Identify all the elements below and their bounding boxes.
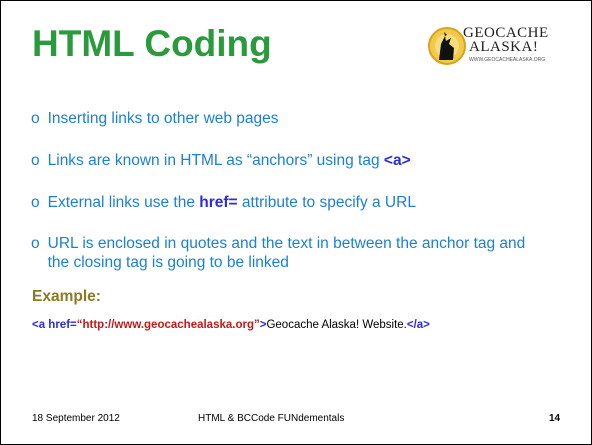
bullet-2-text: Links are known in HTML as “anchors” usi… — [47, 152, 384, 169]
bullet-mark: o — [31, 235, 40, 252]
bullet-mark: o — [31, 152, 40, 169]
bullet-3: o External links use the href= attribute … — [31, 193, 416, 212]
bullet-mark: o — [31, 110, 40, 127]
slide-title: HTML Coding — [32, 23, 272, 64]
bullet-1: o Inserting links to other web pages — [31, 109, 279, 128]
anchor-tag-keyword: <a> — [383, 152, 411, 169]
example-code: <a href=“http://www.geocachealaska.org”>… — [32, 319, 430, 331]
example-label: Example: — [32, 288, 101, 305]
bullet-2: o Links are known in HTML as “anchors” us… — [31, 151, 411, 170]
example-link-text: Geocache Alaska! Website. — [266, 319, 407, 331]
close-tag: </a> — [406, 319, 430, 331]
bullet-1-text: Inserting links to other web pages — [47, 110, 279, 127]
slide: HTML Coding GEOCACHE ALASKA! WWW.GEOCACH… — [0, 0, 592, 445]
bullet-3-text-before: External links use the — [47, 194, 200, 211]
geocache-alaska-logo: GEOCACHE ALASKA! WWW.GEOCACHEALASKA.ORG — [427, 24, 563, 80]
logo-text: GEOCACHE ALASKA! — [463, 26, 549, 55]
logo-url: WWW.GEOCACHEALASKA.ORG — [469, 57, 546, 63]
howling-wolf-icon — [428, 27, 466, 65]
bullet-4: o URL is enclosed in quotes and the text … — [31, 234, 571, 272]
bullet-mark: o — [31, 194, 40, 211]
bullet-3-text-after: attribute to specify a URL — [237, 194, 416, 211]
example-url: “http://www.geocachealaska.org” — [76, 319, 260, 331]
logo-line-2: ALASKA! — [469, 39, 539, 55]
footer-date: 18 September 2012 — [32, 413, 120, 424]
open-tag-start: <a href= — [32, 319, 77, 331]
page-number: 14 — [549, 413, 561, 424]
footer-title: HTML & BCCode FUNdementals — [198, 413, 345, 424]
href-keyword: href= — [199, 194, 238, 211]
bullet-4-text: URL is enclosed in quotes and the text i… — [47, 235, 526, 271]
